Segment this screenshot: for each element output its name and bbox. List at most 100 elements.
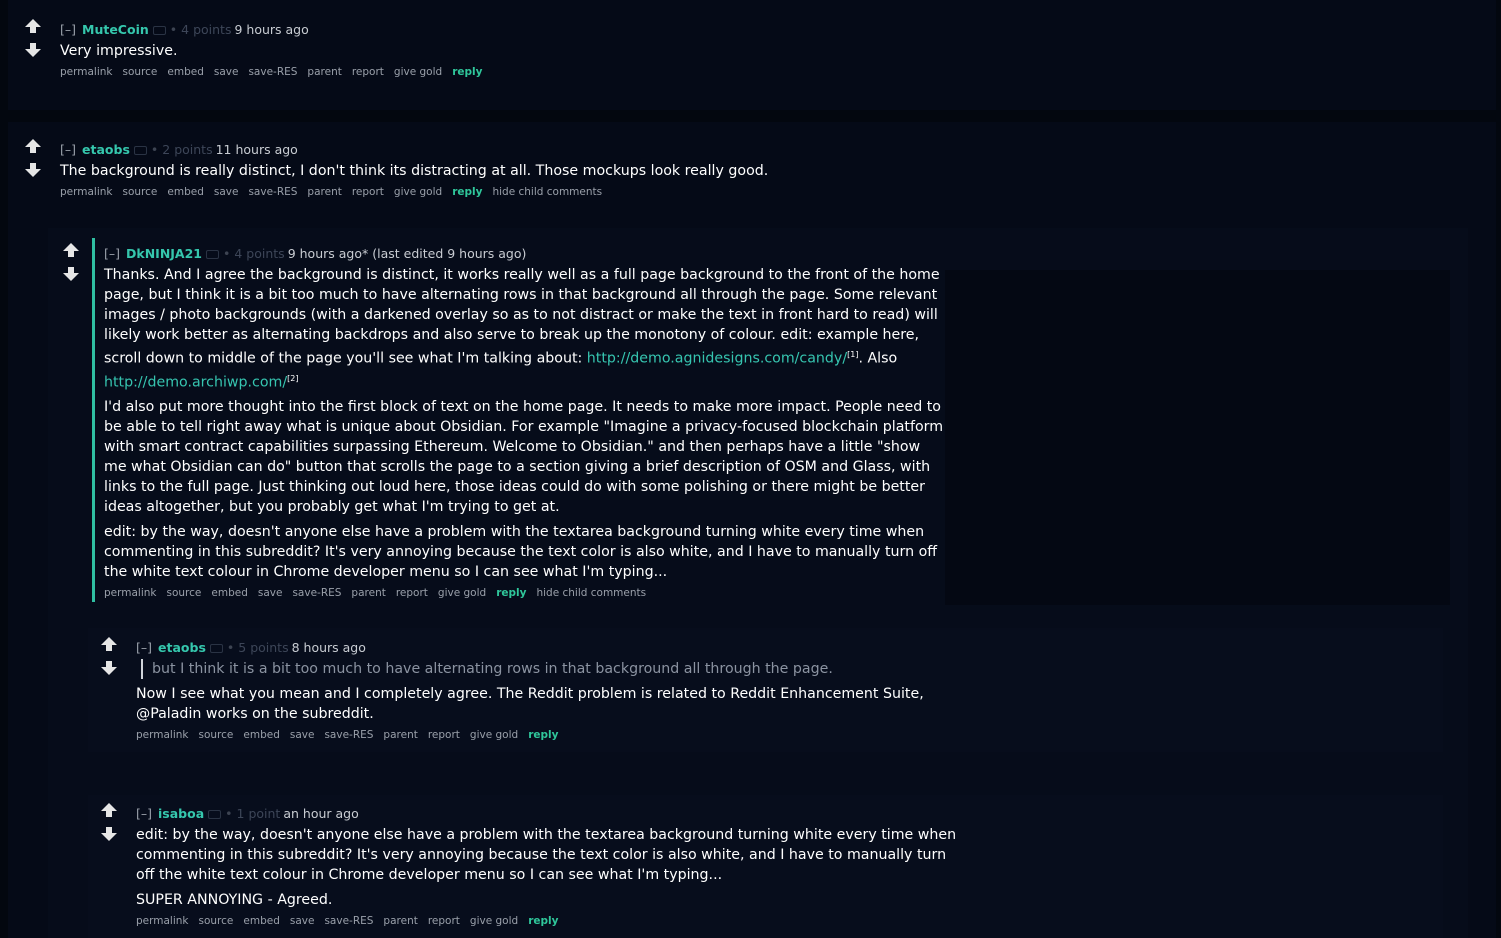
embed-button[interactable]: embed — [167, 186, 203, 198]
blockquote: but I think it is a bit too much to have… — [141, 659, 956, 679]
link-candy[interactable]: http://demo.agnidesigns.com/candy/ — [587, 351, 847, 367]
down-arrow-icon[interactable] — [24, 42, 42, 58]
permalink-button[interactable]: permalink — [136, 915, 189, 927]
separator-dot: • — [225, 806, 233, 821]
timestamp: 8 hours ago — [291, 640, 366, 655]
source-button[interactable]: source — [123, 66, 158, 78]
source-button[interactable]: source — [123, 186, 158, 198]
author-link[interactable]: DkNINJA21 — [126, 246, 202, 261]
reply-button[interactable]: reply — [528, 915, 558, 927]
up-arrow-icon[interactable] — [24, 18, 42, 34]
separator-dot: • — [169, 22, 178, 37]
source-button[interactable]: source — [199, 915, 234, 927]
vote-controls — [100, 802, 118, 842]
collapse-toggle[interactable]: [–] — [104, 246, 120, 261]
up-arrow-icon[interactable] — [24, 138, 42, 154]
collapse-toggle[interactable]: [–] — [60, 142, 76, 157]
timestamp: 9 hours ago* — [287, 246, 369, 261]
flair-icon — [133, 146, 147, 155]
comment-paragraph: I'd also put more thought into the first… — [104, 399, 944, 516]
timestamp: 11 hours ago — [215, 142, 298, 157]
parent-button[interactable]: parent — [307, 66, 341, 78]
save-res-button[interactable]: save-RES — [324, 729, 373, 741]
save-res-button[interactable]: save-RES — [324, 915, 373, 927]
comment-paragraph: edit: by the way, doesn't anyone else ha… — [136, 827, 957, 883]
link-archiwp[interactable]: http://demo.archiwp.com/ — [104, 374, 287, 390]
source-button[interactable]: source — [199, 729, 234, 741]
save-res-button[interactable]: save-RES — [248, 66, 297, 78]
flair-icon — [152, 26, 166, 35]
save-button[interactable]: save — [290, 729, 315, 741]
hide-child-comments-button[interactable]: hide child comments — [492, 186, 602, 198]
report-button[interactable]: report — [352, 66, 384, 78]
collapse-toggle[interactable]: [–] — [60, 22, 76, 37]
comment-buttons: permalink source embed save save-RES parent re… — [104, 587, 944, 599]
give-gold-button[interactable]: give gold — [438, 587, 486, 599]
up-arrow-icon[interactable] — [100, 636, 118, 652]
reply-button[interactable]: reply — [452, 66, 482, 78]
author-link[interactable]: etaobs — [82, 142, 130, 157]
report-button[interactable]: report — [352, 186, 384, 198]
give-gold-button[interactable]: give gold — [470, 729, 518, 741]
footnote-2: [2] — [287, 373, 299, 383]
down-arrow-icon[interactable] — [100, 826, 118, 842]
comment-body: Thanks. And I agree the background is di… — [104, 265, 944, 582]
permalink-button[interactable]: permalink — [60, 186, 113, 198]
hide-child-comments-button[interactable]: hide child comments — [536, 587, 646, 599]
flair-icon — [206, 250, 219, 259]
thread-highlight-bar — [92, 238, 95, 602]
embed-button[interactable]: embed — [211, 587, 247, 599]
score: 5 points — [238, 640, 289, 655]
embed-button[interactable]: embed — [167, 66, 203, 78]
up-arrow-icon[interactable] — [100, 802, 118, 818]
parent-button[interactable]: parent — [351, 587, 385, 599]
comment-body: Very impressive. — [60, 41, 960, 61]
up-arrow-icon[interactable] — [62, 242, 80, 258]
reply-button[interactable]: reply — [496, 587, 526, 599]
comment-buttons: permalink source embed save save-RES parent re… — [136, 915, 966, 927]
flair-icon — [208, 810, 222, 819]
comment-paragraph: Very impressive. — [60, 43, 178, 59]
give-gold-button[interactable]: give gold — [394, 66, 442, 78]
down-arrow-icon[interactable] — [100, 660, 118, 676]
collapse-toggle[interactable]: [–] — [136, 640, 152, 655]
permalink-button[interactable]: permalink — [60, 66, 113, 78]
author-link[interactable]: MuteCoin — [82, 22, 149, 37]
comment-buttons: permalink source embed save save-RES parent re… — [60, 66, 960, 78]
parent-button[interactable]: parent — [383, 729, 417, 741]
save-button[interactable]: save — [290, 915, 315, 927]
parent-button[interactable]: parent — [383, 915, 417, 927]
author-link[interactable]: etaobs — [158, 640, 206, 655]
collapse-toggle[interactable]: [–] — [136, 806, 152, 821]
reply-button[interactable]: reply — [528, 729, 558, 741]
down-arrow-icon[interactable] — [62, 266, 80, 282]
comment-paragraph: Now I see what you mean and I completely… — [136, 686, 924, 722]
save-button[interactable]: save — [258, 587, 283, 599]
score: 1 point — [236, 806, 281, 821]
source-button[interactable]: source — [167, 587, 202, 599]
save-button[interactable]: save — [214, 66, 239, 78]
save-res-button[interactable]: save-RES — [248, 186, 297, 198]
also-text: . Also — [858, 350, 898, 367]
parent-button[interactable]: parent — [307, 186, 341, 198]
down-arrow-icon[interactable] — [24, 162, 42, 178]
report-button[interactable]: report — [428, 915, 460, 927]
embed-button[interactable]: embed — [243, 729, 279, 741]
author-link[interactable]: isaboa — [158, 806, 204, 821]
comment: [–] etaobs • 2 points 11 hours ago The backg… — [60, 142, 960, 198]
flair-icon — [209, 644, 223, 653]
report-button[interactable]: report — [428, 729, 460, 741]
reply-button[interactable]: reply — [452, 186, 482, 198]
comment-tagline: [–] etaobs • 5 points 8 hours ago — [136, 640, 956, 655]
report-button[interactable]: report — [396, 587, 428, 599]
permalink-button[interactable]: permalink — [104, 587, 157, 599]
comment-tagline: [–] DkNINJA21 • 4 points 9 hours ago* (last … — [104, 246, 944, 261]
save-button[interactable]: save — [214, 186, 239, 198]
permalink-button[interactable]: permalink — [136, 729, 189, 741]
give-gold-button[interactable]: give gold — [470, 915, 518, 927]
give-gold-button[interactable]: give gold — [394, 186, 442, 198]
save-res-button[interactable]: save-RES — [292, 587, 341, 599]
footnote-1: [1] — [847, 350, 859, 359]
score: 4 points — [181, 22, 232, 37]
embed-button[interactable]: embed — [243, 915, 279, 927]
